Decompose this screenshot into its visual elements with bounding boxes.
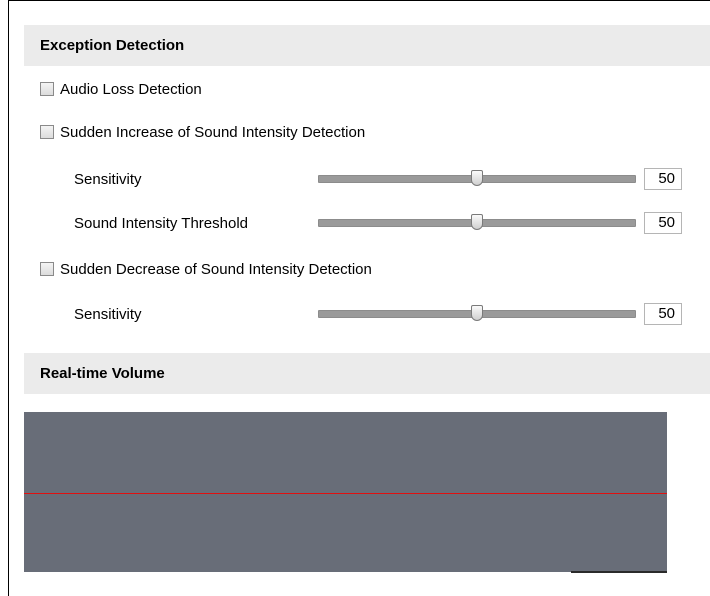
increase-sensitivity-row: Sensitivity 50 [74,167,682,191]
threshold-slider[interactable] [318,214,636,230]
audio-loss-row: Audio Loss Detection [40,78,202,100]
exception-detection-header: Exception Detection [24,25,710,66]
increase-sensitivity-slider[interactable] [318,170,636,186]
decrease-sensitivity-value[interactable]: 50 [644,303,682,325]
decrease-sensitivity-slider[interactable] [318,305,636,321]
sudden-increase-row: Sudden Increase of Sound Intensity Detec… [40,121,365,143]
decrease-sensitivity-label: Sensitivity [74,305,142,323]
audio-loss-label: Audio Loss Detection [60,80,202,98]
sudden-decrease-checkbox[interactable] [40,262,54,276]
increase-sensitivity-label: Sensitivity [74,170,142,188]
realtime-volume-display [24,412,667,572]
volume-panel-edge-mark [571,571,667,573]
sudden-decrease-label: Sudden Decrease of Sound Intensity Detec… [60,260,372,278]
sudden-increase-checkbox[interactable] [40,125,54,139]
realtime-volume-header: Real-time Volume [24,353,710,394]
volume-threshold-line [24,493,667,494]
threshold-slider-thumb[interactable] [471,214,483,230]
decrease-sensitivity-slider-thumb[interactable] [471,305,483,321]
audio-loss-checkbox[interactable] [40,82,54,96]
decrease-sensitivity-row: Sensitivity 50 [74,302,682,326]
increase-sensitivity-slider-thumb[interactable] [471,170,483,186]
increase-sensitivity-value[interactable]: 50 [644,168,682,190]
threshold-row: Sound Intensity Threshold 50 [74,211,682,235]
threshold-label: Sound Intensity Threshold [74,214,249,232]
sudden-decrease-row: Sudden Decrease of Sound Intensity Detec… [40,258,372,280]
threshold-value[interactable]: 50 [644,212,682,234]
sudden-increase-label: Sudden Increase of Sound Intensity Detec… [60,123,366,141]
